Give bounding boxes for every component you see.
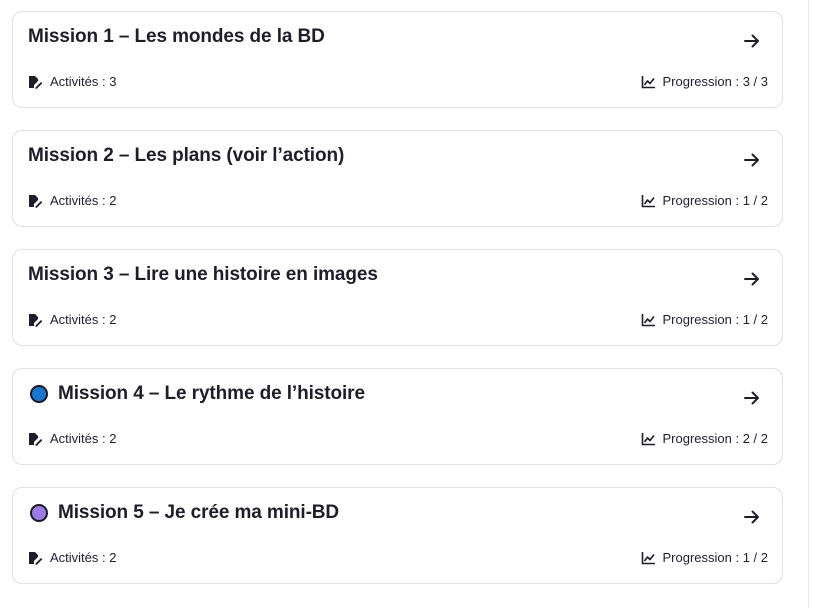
line-chart-icon <box>641 313 655 326</box>
arrow-right-icon[interactable] <box>743 151 761 169</box>
mission-card-4[interactable]: Mission 4 – Le rythme de l’histoire Acti… <box>12 368 783 465</box>
arrow-right-icon[interactable] <box>743 270 761 288</box>
mission-title-row: Mission 3 – Lire une histoire en images <box>28 263 378 287</box>
progress-count: Progression : 1 / 2 <box>662 193 769 208</box>
activities-count: Activités : 2 <box>50 431 117 446</box>
missions-list: Mission 1 – Les mondes de la BD Activité… <box>12 11 783 584</box>
mission-title-row: Mission 1 – Les mondes de la BD <box>28 25 325 49</box>
arrow-right-icon[interactable] <box>743 32 761 50</box>
arrow-right-icon[interactable] <box>743 508 761 526</box>
activities-info: Activités : 2 <box>28 431 116 446</box>
scrollbar-track[interactable] <box>808 0 809 608</box>
edit-document-icon <box>29 313 43 327</box>
edit-document-icon <box>29 432 43 446</box>
activities-count: Activités : 2 <box>50 550 117 565</box>
activities-count: Activités : 2 <box>50 312 117 327</box>
line-chart-icon <box>641 432 655 445</box>
line-chart-icon <box>641 551 655 564</box>
activities-count: Activités : 3 <box>50 74 117 89</box>
activities-info: Activités : 3 <box>28 74 116 89</box>
edit-document-icon <box>29 194 43 208</box>
mission-card-1[interactable]: Mission 1 – Les mondes de la BD Activité… <box>12 11 783 108</box>
edit-document-icon <box>29 75 43 89</box>
mission-title: Mission 2 – Les plans (voir l’action) <box>28 145 345 166</box>
arrow-right-icon[interactable] <box>743 389 761 407</box>
activities-info: Activités : 2 <box>28 312 116 327</box>
line-chart-icon <box>641 194 655 207</box>
status-dot-icon <box>30 385 48 403</box>
activities-count: Activités : 2 <box>50 193 117 208</box>
progress-info: Progression : 1 / 2 <box>641 550 769 565</box>
mission-card-5[interactable]: Mission 5 – Je crée ma mini-BD Activités… <box>12 487 783 584</box>
activities-info: Activités : 2 <box>28 550 116 565</box>
mission-card-2[interactable]: Mission 2 – Les plans (voir l’action) Ac… <box>12 130 783 227</box>
progress-count: Progression : 1 / 2 <box>662 312 769 327</box>
mission-title-row: Mission 4 – Le rythme de l’histoire <box>28 382 365 406</box>
mission-card-3[interactable]: Mission 3 – Lire une histoire en images … <box>12 249 783 346</box>
mission-title: Mission 1 – Les mondes de la BD <box>28 26 325 47</box>
line-chart-icon <box>641 75 655 88</box>
mission-title: Mission 3 – Lire une histoire en images <box>28 264 378 285</box>
status-dot-icon <box>30 504 48 522</box>
progress-count: Progression : 2 / 2 <box>662 431 769 446</box>
mission-title-row: Mission 2 – Les plans (voir l’action) <box>28 144 344 168</box>
progress-info: Progression : 3 / 3 <box>641 74 769 89</box>
progress-count: Progression : 1 / 2 <box>662 550 769 565</box>
activities-info: Activités : 2 <box>28 193 116 208</box>
progress-count: Progression : 3 / 3 <box>662 74 769 89</box>
edit-document-icon <box>29 551 43 565</box>
mission-title: Mission 5 – Je crée ma mini-BD <box>58 502 340 523</box>
progress-info: Progression : 1 / 2 <box>641 312 769 327</box>
progress-info: Progression : 1 / 2 <box>641 193 769 208</box>
mission-title-row: Mission 5 – Je crée ma mini-BD <box>28 501 339 525</box>
progress-info: Progression : 2 / 2 <box>641 431 769 446</box>
mission-title: Mission 4 – Le rythme de l’histoire <box>58 383 365 404</box>
